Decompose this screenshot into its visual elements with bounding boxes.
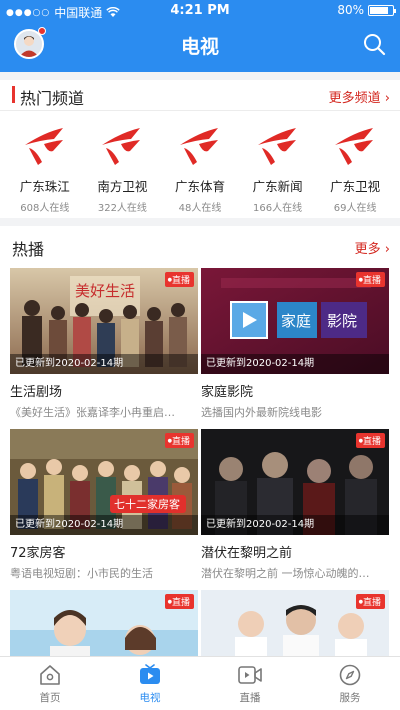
poster-title-text: 家庭 <box>281 312 311 330</box>
tab-service[interactable]: 服务 <box>300 657 400 710</box>
program-card[interactable]: 直播 <box>201 590 389 656</box>
more-channels-link[interactable]: 更多频道 › <box>329 87 390 106</box>
program-card[interactable]: 直播 <box>10 590 198 656</box>
tab-home[interactable]: 首页 <box>0 657 100 710</box>
compass-icon <box>339 664 361 686</box>
program-card[interactable]: 七十二家房客 直播 已更新到2020-02-14期 72家房客 粤语电视短剧：小… <box>10 429 198 581</box>
update-label: 已更新到2020-02-14期 <box>201 354 389 374</box>
channel-online-count: 322人在线 <box>97 203 147 214</box>
channel-online-count: 69人在线 <box>333 203 377 214</box>
gdtv-logo-icon <box>335 128 374 165</box>
channel-name: 南方卫视 <box>97 179 148 194</box>
divider <box>0 110 400 111</box>
poster-title-text: 七十二家房客 <box>114 497 180 511</box>
hot-play-title: 热播 <box>12 240 45 259</box>
program-card[interactable]: 直播 已更新到2020-02-14期 潜伏在黎明之前 潜伏在黎明之前 一场惊心动… <box>201 429 389 581</box>
live-badge: 直播 <box>164 272 194 287</box>
channel-item[interactable]: 广东卫视 69人在线 <box>316 124 394 214</box>
channel-name: 广东体育 <box>174 179 225 194</box>
hot-channels-title: 热门频道 <box>20 89 85 108</box>
live-badge: 直播 <box>355 272 385 287</box>
hot-play-header: 热播 更多 › <box>0 226 400 264</box>
gdtv-logo-icon <box>179 128 218 165</box>
poster-title-text: 影院 <box>327 312 357 330</box>
battery-percent: 80% <box>337 3 364 17</box>
live-badge: 直播 <box>355 594 385 609</box>
channel-online-count: 166人在线 <box>253 203 303 214</box>
page-title: 电视 <box>180 36 219 58</box>
channel-name: 广东卫视 <box>330 179 381 194</box>
program-title: 72家房客 <box>10 546 66 561</box>
channel-item[interactable]: 广东新闻 166人在线 <box>239 124 317 214</box>
channel-item[interactable]: 南方卫视 322人在线 <box>84 124 162 214</box>
tv-icon <box>140 664 160 684</box>
channel-item[interactable]: 广东体育 48人在线 <box>161 124 239 214</box>
home-icon <box>40 665 60 685</box>
program-thumbnail[interactable]: 美好生活 直播 已更新到2020-02-14期 <box>10 268 198 374</box>
tab-label: 服务 <box>339 692 361 704</box>
battery-icon <box>368 4 396 16</box>
program-desc: 《美好生活》张嘉译李小冉重启… <box>10 406 175 419</box>
hot-channels-header: 热门频道 更多频道 › <box>0 80 400 110</box>
tab-label: 电视 <box>139 692 161 704</box>
hot-play-section: 热播 更多 › 美好生活 直播 已更新到2020- <box>0 226 400 656</box>
live-badge: 直播 <box>164 433 194 448</box>
tab-tv[interactable]: 电视 <box>100 657 200 710</box>
channel-online-count: 48人在线 <box>178 203 222 214</box>
program-desc: 潜伏在黎明之前 一场惊心动魄的… <box>201 567 370 580</box>
update-label: 已更新到2020-02-14期 <box>201 515 389 535</box>
channel-item[interactable]: 广东珠江 608人在线 <box>6 124 84 214</box>
status-bar: ●●●○○ 中国联通 4:21 PM 80% <box>0 0 400 22</box>
update-label: 已更新到2020-02-14期 <box>10 515 198 535</box>
program-desc: 选播国内外最新院线电影 <box>201 406 322 419</box>
program-thumbnail[interactable]: 七十二家房客 直播 已更新到2020-02-14期 <box>10 429 198 535</box>
more-link[interactable]: 更多 › <box>355 238 390 257</box>
poster-title-text: 美好生活 <box>75 282 135 300</box>
tab-label: 直播 <box>239 692 261 704</box>
tab-live[interactable]: 直播 <box>200 657 300 710</box>
program-title: 潜伏在黎明之前 <box>201 546 293 561</box>
program-thumbnail[interactable]: 直播 已更新到2020-02-14期 <box>201 429 389 535</box>
section-accent-bar <box>12 86 15 103</box>
program-thumbnail[interactable]: 直播 <box>201 590 389 656</box>
program-desc: 粤语电视短剧：小市民的生活 <box>10 567 153 580</box>
program-title: 生活剧场 <box>10 385 63 400</box>
live-video-icon <box>238 666 262 684</box>
channel-name: 广东新闻 <box>252 179 303 194</box>
bottom-tab-bar: 首页 电视 直播 服务 <box>0 656 400 710</box>
live-badge: 直播 <box>164 594 194 609</box>
app-header: ●●●○○ 中国联通 4:21 PM 80% 电视 <box>0 0 400 72</box>
tab-label: 首页 <box>39 692 61 704</box>
gdtv-logo-icon <box>257 128 296 165</box>
channel-name: 广东珠江 <box>19 179 70 194</box>
program-card[interactable]: 家庭 影院 直播 已更新到2020-02-14期 家庭影院 选播国内外最新院线电… <box>201 268 389 420</box>
gdtv-logo-icon <box>24 128 63 165</box>
hot-channels-section: 热门频道 更多频道 › 广东珠江 608人在线 南方卫视 322人在线 广东体育… <box>0 80 400 218</box>
channel-online-count: 608人在线 <box>20 203 70 214</box>
program-thumbnail[interactable]: 家庭 影院 直播 已更新到2020-02-14期 <box>201 268 389 374</box>
live-badge: 直播 <box>355 433 385 448</box>
channel-list: 广东珠江 608人在线 南方卫视 322人在线 广东体育 48人在线 广东新闻 … <box>6 124 394 214</box>
program-title: 家庭影院 <box>201 385 254 400</box>
program-thumbnail[interactable]: 直播 <box>10 590 198 656</box>
search-icon[interactable] <box>362 32 386 56</box>
gdtv-logo-icon <box>102 128 141 165</box>
update-label: 已更新到2020-02-14期 <box>10 354 198 374</box>
program-card[interactable]: 美好生活 直播 已更新到2020-02-14期 生活剧场 《美好生活》张嘉译李小… <box>10 268 198 420</box>
